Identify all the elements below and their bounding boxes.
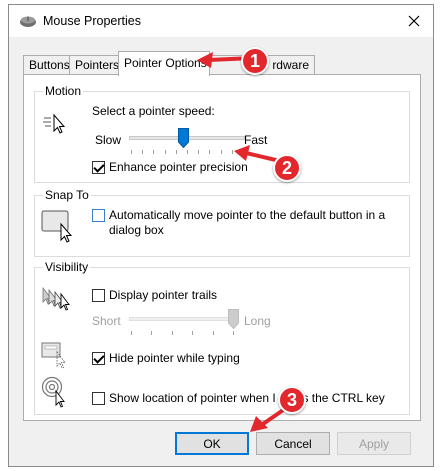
pointer-trails-checkbox[interactable] — [92, 289, 105, 302]
tab-pointers[interactable]: Pointers — [69, 55, 119, 75]
callout-1: 1 — [241, 47, 269, 75]
pointer-location-icon — [41, 376, 65, 408]
mouse-icon — [20, 16, 36, 27]
hide-while-typing-label: Hide pointer while typing — [109, 351, 240, 365]
hide-while-typing-checkbox[interactable] — [92, 352, 105, 365]
mouse-properties-window: Mouse Properties Buttons Pointers Pointe… — [8, 4, 434, 467]
speed-label: Select a pointer speed: — [92, 104, 215, 118]
snap-to-text-line1: Automatically move pointer to the defaul… — [109, 208, 386, 222]
cancel-button[interactable]: Cancel — [256, 432, 330, 455]
snap-to-text-line2: dialog box — [109, 223, 164, 237]
slider-tick — [131, 150, 132, 154]
tab-buttons[interactable]: Buttons — [23, 55, 70, 75]
trail-length-slider-thumb[interactable] — [227, 309, 239, 329]
slider-tick — [142, 150, 144, 154]
visibility-label: Visibility — [43, 260, 91, 274]
callout-2: 2 — [273, 154, 301, 182]
speed-slider-thumb[interactable] — [178, 128, 190, 148]
slider-tick — [171, 331, 173, 335]
slow-label: Slow — [95, 133, 122, 147]
window-title: Mouse Properties — [43, 14, 141, 28]
motion-label: Motion — [43, 84, 84, 98]
slider-tick — [233, 331, 234, 335]
ok-button[interactable]: OK — [175, 432, 249, 455]
ctrl-location-checkbox[interactable] — [92, 392, 105, 405]
pointer-speed-icon — [43, 113, 66, 134]
trail-length-slider-track[interactable] — [129, 317, 235, 321]
slider-tick — [209, 150, 211, 154]
snap-to-icon — [41, 210, 73, 243]
slider-tick — [164, 150, 166, 154]
enhance-precision-checkbox[interactable] — [92, 161, 105, 174]
pointer-trails-label: Display pointer trails — [109, 288, 218, 302]
slider-tick — [198, 150, 200, 154]
pointer-options-panel: Motion Select a pointer speed: Slow Fast… — [23, 74, 421, 421]
visibility-group: Visibility Display pointer trails Short … — [34, 260, 410, 415]
slider-tick — [220, 150, 222, 154]
title-bar: Mouse Properties — [9, 5, 433, 37]
hide-pointer-icon — [41, 342, 66, 369]
slider-tick — [131, 331, 132, 335]
snap-to-group: Snap To Automatically move pointer to th… — [34, 188, 410, 257]
slider-tick — [212, 331, 214, 335]
snap-to-checkbox[interactable] — [92, 209, 105, 222]
apply-button[interactable]: Apply — [337, 432, 411, 455]
pointer-trails-icon — [42, 286, 70, 311]
slider-tick — [187, 150, 188, 154]
short-label: Short — [92, 314, 121, 328]
slider-tick — [153, 150, 155, 154]
motion-group: Motion Select a pointer speed: Slow Fast… — [34, 84, 410, 183]
slider-tick — [192, 331, 194, 335]
enhance-precision-label: Enhance pointer precision — [109, 160, 248, 174]
long-label: Long — [244, 314, 271, 328]
callout-3: 3 — [278, 386, 306, 414]
snap-to-label: Snap To — [43, 188, 91, 202]
close-icon — [408, 15, 420, 27]
ctrl-location-label: Show location of pointer when I press th… — [109, 391, 385, 405]
close-button[interactable] — [403, 11, 425, 31]
slider-tick — [175, 150, 177, 154]
slider-tick — [151, 331, 153, 335]
